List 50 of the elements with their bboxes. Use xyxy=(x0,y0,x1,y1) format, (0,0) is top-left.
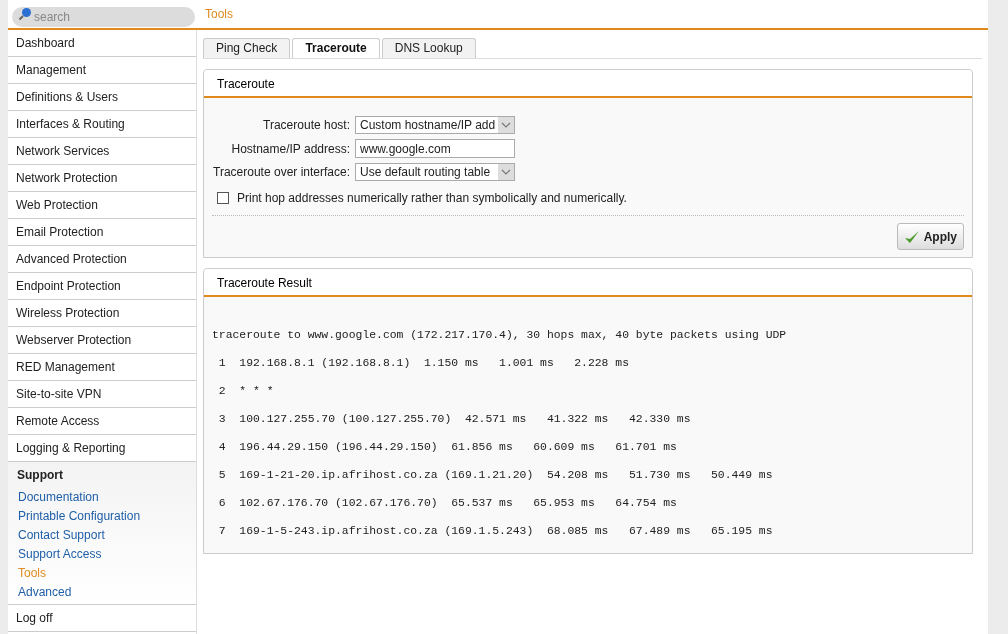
nav-item[interactable]: Interfaces & Routing xyxy=(8,111,196,138)
caret-icon xyxy=(498,164,514,180)
caret-icon xyxy=(498,117,514,133)
field-label: Traceroute host: xyxy=(262,117,350,134)
nav-item[interactable]: RED Management xyxy=(8,354,196,381)
nav-item[interactable]: Network Protection xyxy=(8,165,196,192)
nav-item[interactable]: Advanced Protection xyxy=(8,246,196,273)
tab[interactable]: DNS Lookup xyxy=(381,38,476,58)
nav-item[interactable]: Management xyxy=(8,57,196,84)
nav-link[interactable]: Contact Support xyxy=(8,526,196,545)
nav-link[interactable]: Support Access xyxy=(8,545,196,564)
output-line: 1 192.168.8.1 (192.168.8.1) 1.150 ms 1.001 ms 2.228 ms xyxy=(217,356,630,371)
tab[interactable]: Ping Check xyxy=(203,38,291,58)
output-line: traceroute to www.google.com (172.217.170.4), 30 hops max, 40 byte packets using UDP xyxy=(212,328,788,343)
nav-item[interactable]: Webserver Protection xyxy=(8,327,196,354)
nav-item[interactable]: Dashboard xyxy=(8,30,196,57)
nav-link[interactable]: Printable Configuration xyxy=(8,507,196,526)
tab[interactable]: Traceroute xyxy=(292,38,380,58)
checkbox[interactable] xyxy=(217,192,229,204)
output-line: 4 196.44.29.150 (196.44.29.150) 61.856 ms 60.609 ms 61.701 ms xyxy=(217,440,678,455)
checkmark-icon xyxy=(903,229,920,244)
nav-item[interactable]: Email Protection xyxy=(8,219,196,246)
output-line: 3 100.127.255.70 (100.127.255.70) 42.571 ms 41.322 ms 42.330 ms xyxy=(217,412,692,427)
text-field[interactable]: www.google.com xyxy=(355,139,515,158)
dropdown[interactable]: Custom hostname/IP add xyxy=(355,116,515,134)
search-icon xyxy=(18,7,32,21)
nav-item[interactable]: Site-to-site VPN xyxy=(8,381,196,408)
nav-item[interactable]: Log off xyxy=(8,605,196,632)
output-line: 2 * * * xyxy=(217,384,275,399)
field-label: Traceroute over interface: xyxy=(212,164,350,181)
nav-item[interactable]: Wireless Protection xyxy=(8,300,196,327)
dropdown[interactable]: Use default routing table xyxy=(355,163,515,181)
nav-link[interactable]: Advanced xyxy=(8,583,196,602)
nav-item[interactable]: Web Protection xyxy=(8,192,196,219)
nav-item[interactable]: Endpoint Protection xyxy=(8,273,196,300)
nav-link[interactable]: Documentation xyxy=(8,488,196,507)
output-line: 6 102.67.176.70 (102.67.176.70) 65.537 ms 65.953 ms 64.754 ms xyxy=(217,496,678,511)
section-heading: Support xyxy=(16,467,64,484)
nav-item[interactable]: Network Services xyxy=(8,138,196,165)
panel-title: Traceroute xyxy=(204,70,972,98)
apply-button[interactable]: Apply xyxy=(896,223,964,250)
field-label: Hostname/IP address: xyxy=(230,140,350,158)
nav-item[interactable]: Definitions & Users xyxy=(8,84,196,111)
checkbox-label: Print hop addresses numerically rather than symbolically and numerically. xyxy=(237,190,627,207)
breadcrumb: Tools xyxy=(205,6,233,23)
search-field[interactable]: search xyxy=(12,7,195,27)
panel-title: Traceroute Result xyxy=(204,269,972,297)
nav-item[interactable]: Remote Access xyxy=(8,408,196,435)
output-line: 7 169-1-5-243.ip.afrihost.co.za (169.1.5.243) 68.085 ms 67.489 ms 65.195 ms xyxy=(217,524,774,539)
output-line: 5 169-1-21-20.ip.afrihost.co.za (169.1.21.20) 54.208 ms 51.730 ms 50.449 ms xyxy=(217,468,774,483)
